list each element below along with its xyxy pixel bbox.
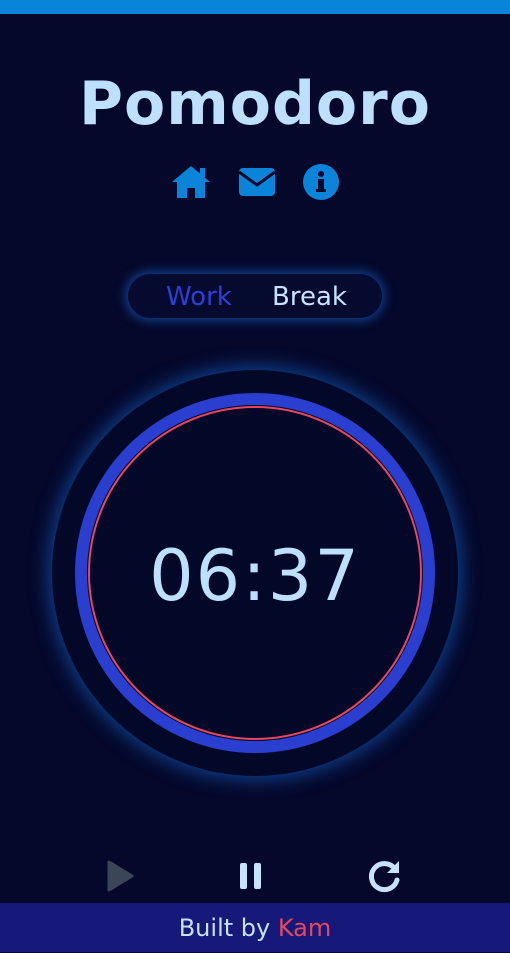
home-icon — [172, 166, 210, 198]
mode-break-option[interactable]: Break — [272, 274, 347, 318]
mode-work-option[interactable]: Work — [166, 274, 232, 318]
home-button[interactable] — [169, 160, 213, 204]
pause-icon — [240, 863, 261, 889]
mail-icon — [238, 168, 276, 196]
timer-display: 06:37 — [149, 535, 361, 617]
restart-button[interactable] — [363, 854, 407, 898]
mail-button[interactable] — [235, 160, 279, 204]
info-icon — [303, 164, 339, 200]
nav-icons — [0, 160, 510, 204]
play-icon — [107, 860, 134, 892]
timer-controls — [0, 854, 510, 898]
footer-author-link[interactable]: Kam — [278, 914, 331, 942]
top-accent-bar — [0, 0, 510, 14]
play-button[interactable] — [98, 854, 142, 898]
info-button[interactable] — [299, 160, 343, 204]
footer-prefix: Built by — [178, 914, 271, 942]
mode-toggle: Work Break — [128, 274, 382, 318]
app-title: Pomodoro — [79, 69, 431, 139]
pause-button[interactable] — [229, 854, 273, 898]
restart-icon — [368, 861, 400, 893]
footer: Built by Kam — [0, 903, 510, 952]
